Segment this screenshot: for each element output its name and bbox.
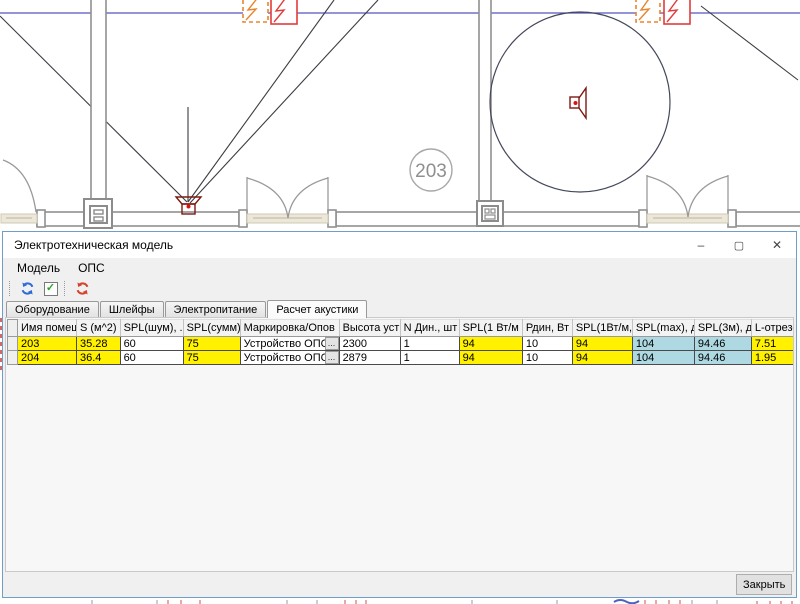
table-cell[interactable]: 7.51 <box>750 336 793 351</box>
close-icon[interactable]: ✕ <box>758 232 796 258</box>
maximize-button[interactable]: ▢ <box>720 232 758 258</box>
app-canvas: 203 Электротехническая модель – ▢ ✕ Моде… <box>0 0 800 604</box>
menu-bar: Модель ОПС <box>3 258 796 278</box>
junction-box-icon <box>476 200 504 227</box>
column-header[interactable]: S (м^2) <box>76 319 121 337</box>
tab-0[interactable]: Оборудование <box>6 301 99 317</box>
table-cell[interactable]: 204 <box>17 350 77 365</box>
toolbar-separator <box>64 281 67 296</box>
dialog-title: Электротехническая модель <box>14 238 174 252</box>
browse-button[interactable]: ... <box>324 351 339 364</box>
table-cell[interactable]: 10 <box>521 336 573 351</box>
alarm-device-icons <box>242 0 691 25</box>
table-row: 204 36.4 60 75 Устройство ОПС... 2879 1 94 10 94 1… <box>7 350 793 365</box>
column-header[interactable]: Маркировка/Опов <box>240 319 340 337</box>
column-header[interactable]: L-отрезок, <box>751 319 793 337</box>
toolbar: ✓ <box>3 278 796 299</box>
device-cell-text: Устройство ОПС <box>243 337 329 350</box>
column-header[interactable]: SPL(шум), . <box>120 319 184 337</box>
column-header[interactable]: SPL(max), д <box>632 319 695 337</box>
checkmark-icon: ✓ <box>43 281 58 296</box>
table-cell[interactable]: 75 <box>182 350 241 365</box>
table-cell[interactable]: 94 <box>458 350 523 365</box>
room-label: 203 <box>415 161 447 182</box>
table-cell[interactable]: 2300 <box>338 336 401 351</box>
electrotechnical-model-dialog: Электротехническая модель – ▢ ✕ Модель ОП… <box>2 231 797 598</box>
menu-item-0[interactable]: Модель <box>8 259 69 277</box>
speaker-wire-lines <box>0 0 799 204</box>
column-header[interactable]: SPL(1 Вт/м <box>459 319 523 337</box>
table-cell[interactable]: 94.46 <box>693 350 752 365</box>
acoustics-grid: Имя помещ S (м^2) SPL(шум), . SPL(сумм). Мар… <box>7 319 793 365</box>
column-header[interactable]: SPL(3м), дБ <box>694 319 752 337</box>
table-cell[interactable]: 1 <box>399 350 460 365</box>
table-cell[interactable]: 10 <box>521 350 573 365</box>
table-cell[interactable]: 203 <box>17 336 77 351</box>
sync-icon[interactable] <box>19 281 36 297</box>
junction-box-icon <box>83 198 113 229</box>
table-cell[interactable]: 36.4 <box>76 350 121 365</box>
refresh-icon[interactable] <box>74 281 91 297</box>
grid-header-row: Имя помещ S (м^2) SPL(шум), . SPL(сумм). Мар… <box>7 319 793 337</box>
drawing-bottom-strip <box>91 599 793 604</box>
row-header[interactable] <box>7 336 18 351</box>
validate-icon[interactable]: ✓ <box>42 281 59 297</box>
table-cell[interactable]: 35.28 <box>76 336 121 351</box>
table-cell[interactable]: Устройство ОПС... <box>239 350 340 365</box>
column-header[interactable]: Высота уст <box>339 319 401 337</box>
column-header[interactable]: Рдин, Вт <box>522 319 573 337</box>
window-controls: – ▢ ✕ <box>682 232 796 258</box>
room-number-bubble: 203 <box>409 148 453 192</box>
speaker-icon <box>569 85 587 121</box>
grid-body: 203 35.28 60 75 Устройство ОПС... 2300 1 94 10 94… <box>7 336 793 365</box>
toolbar-separator <box>9 281 12 296</box>
table-row: 203 35.28 60 75 Устройство ОПС... 2300 1 94 10 94… <box>7 336 793 351</box>
tab-3[interactable]: Расчет акустики <box>267 300 368 318</box>
menu-item-1[interactable]: ОПС <box>69 259 114 277</box>
table-cell[interactable]: 60 <box>119 350 184 365</box>
column-header[interactable]: SPL(1Вт/м, <box>572 319 633 337</box>
walls <box>36 0 800 228</box>
tab-strip: Оборудование Шлейфы Электропитание Расчет а… <box>3 299 796 318</box>
acoustics-tab-page: Имя помещ S (м^2) SPL(шум), . SPL(сумм). Мар… <box>5 317 794 572</box>
speaker-coverage-circle <box>489 11 671 193</box>
table-cell[interactable]: 1 <box>399 336 460 351</box>
browse-button[interactable]: ... <box>324 337 339 350</box>
device-cell-text: Устройство ОПС <box>243 351 329 364</box>
close-button[interactable]: Закрыть <box>736 574 792 595</box>
dialog-footer: Закрыть <box>3 572 796 597</box>
table-cell[interactable]: 94 <box>571 350 633 365</box>
table-cell[interactable]: 2879 <box>338 350 401 365</box>
table-cell[interactable]: 94 <box>571 336 633 351</box>
column-header[interactable]: N Дин., шт <box>400 319 460 337</box>
table-cell[interactable]: Устройство ОПС... <box>239 336 340 351</box>
table-cell[interactable]: 1.95 <box>750 350 793 365</box>
column-header[interactable]: Имя помещ <box>17 319 77 337</box>
grid-corner-cell[interactable] <box>7 319 18 337</box>
table-cell[interactable]: 94 <box>458 336 523 351</box>
table-cell[interactable]: 75 <box>182 336 241 351</box>
tab-1[interactable]: Шлейфы <box>99 301 164 317</box>
row-header[interactable] <box>7 350 18 365</box>
dialog-titlebar[interactable]: Электротехническая модель – ▢ ✕ <box>3 232 796 258</box>
table-cell[interactable]: 104 <box>631 336 695 351</box>
tab-2[interactable]: Электропитание <box>164 301 267 317</box>
minimize-button[interactable]: – <box>682 232 720 258</box>
table-cell[interactable]: 60 <box>119 336 184 351</box>
table-cell[interactable]: 104 <box>631 350 695 365</box>
column-header[interactable]: SPL(сумм). <box>183 319 241 337</box>
table-cell[interactable]: 94.46 <box>693 336 752 351</box>
